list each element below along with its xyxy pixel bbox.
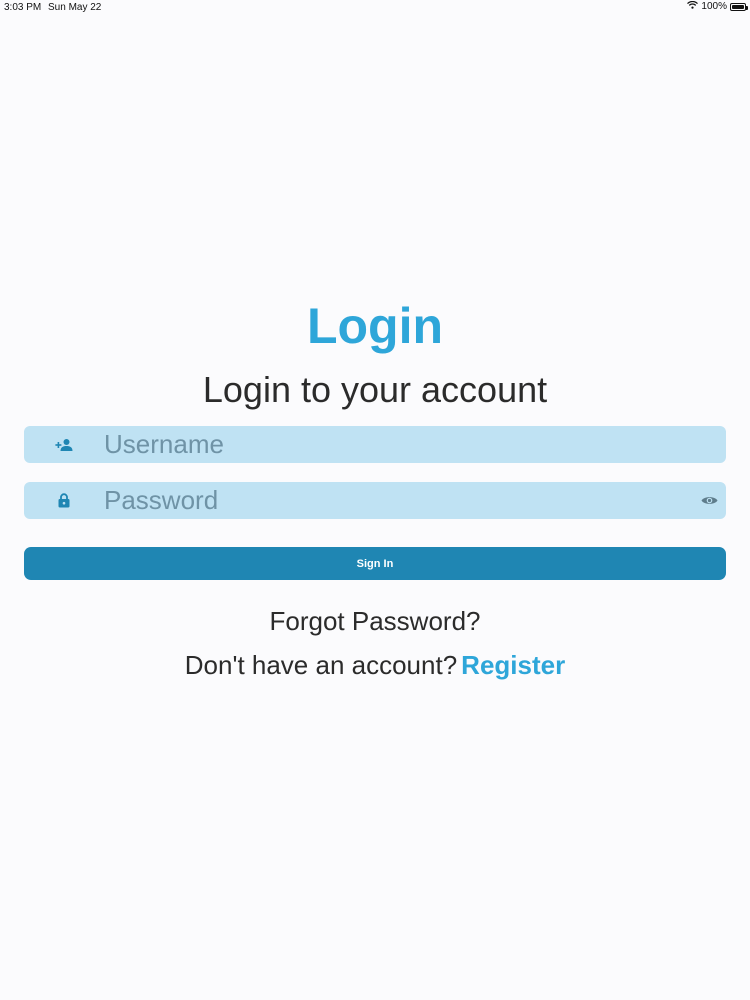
username-field[interactable] (24, 426, 726, 463)
lock-icon (54, 492, 74, 509)
password-input[interactable] (104, 482, 664, 519)
eye-icon[interactable] (700, 492, 718, 509)
sign-in-button[interactable]: Sign In (24, 547, 726, 580)
page-title: Login (306, 298, 444, 354)
no-account-text: Don't have an account? (184, 650, 458, 680)
password-field[interactable] (24, 482, 726, 519)
page-subtitle: Login to your account (202, 369, 548, 410)
battery-icon (730, 2, 748, 11)
battery-percent: 100% (701, 1, 727, 12)
register-row: Don't have an account? Register (0, 648, 750, 682)
username-input[interactable] (104, 426, 664, 463)
forgot-password-link[interactable]: Forgot Password? (0, 604, 750, 638)
login-screen: 3:03 PM Sun May 22 100% Login Login to y… (0, 0, 750, 1000)
status-bar: 3:03 PM Sun May 22 100% (0, 0, 750, 16)
status-time: 3:03 PM (4, 2, 42, 13)
status-indicators: 100% (687, 0, 748, 12)
register-link[interactable]: Register (461, 650, 565, 680)
wifi-icon (687, 0, 699, 12)
battery-fill (732, 4, 744, 9)
status-date: Sun May 22 (48, 2, 102, 13)
person-add-icon (54, 436, 74, 453)
